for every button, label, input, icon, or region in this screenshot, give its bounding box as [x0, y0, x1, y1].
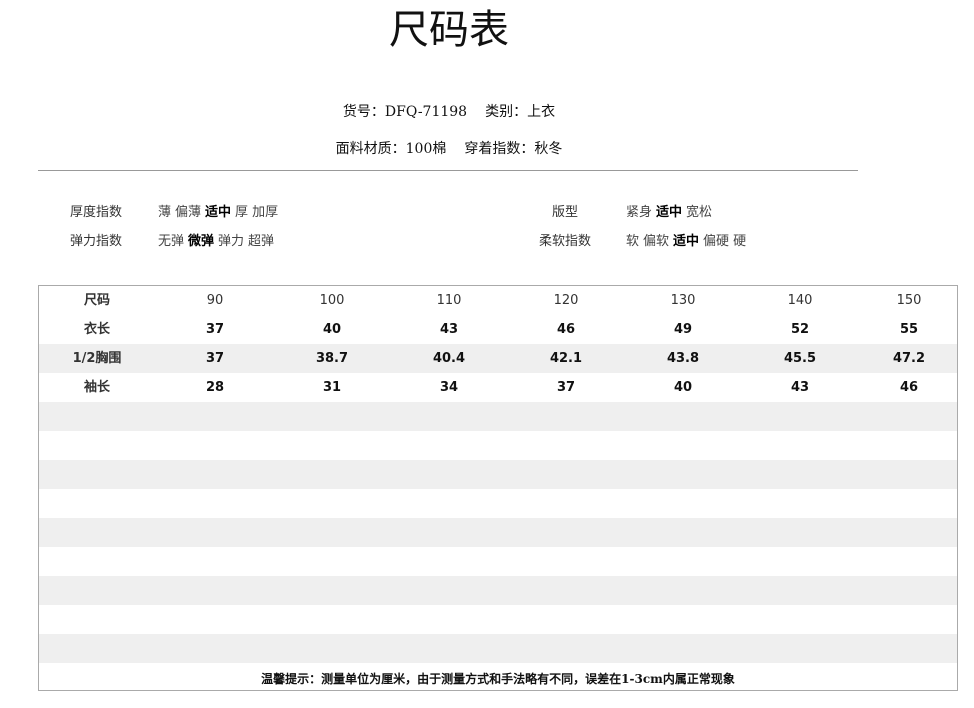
table-cell: 28	[205, 380, 225, 395]
attr-option: 弹力	[218, 234, 245, 249]
empty-row	[39, 431, 957, 460]
attr-option: 薄	[158, 205, 172, 220]
table-cell: 37	[556, 380, 576, 395]
empty-row	[39, 634, 957, 663]
table-cell: 40	[322, 322, 342, 337]
attr-option: 偏软	[643, 234, 670, 249]
fabric-info-line: 面料材质：100棉 穿着指数：秋冬	[0, 138, 898, 158]
table-cell: 52	[790, 322, 810, 337]
item-no-label: 货号：	[342, 104, 385, 120]
empty-row	[39, 460, 957, 489]
empty-row	[39, 518, 957, 547]
table-cell: 43.8	[666, 351, 700, 366]
attr-option: 硬	[733, 234, 747, 249]
fit-options: 紧身 适中 宽松	[626, 204, 716, 222]
category-value: 上衣	[527, 104, 556, 120]
attr-option: 偏硬	[703, 234, 730, 249]
table-cell: 31	[322, 380, 342, 395]
attr-option: 厚	[235, 205, 249, 220]
softness-options: 软偏软 适中 偏硬硬	[626, 233, 750, 251]
elasticity-label: 弹力指数	[70, 234, 123, 249]
item-no-value: DFQ-71198	[384, 104, 468, 120]
table-cell: 49	[673, 322, 693, 337]
category-label: 类别：	[485, 104, 528, 120]
attr-option: 偏薄	[175, 205, 202, 220]
attr-option: 适中	[205, 205, 232, 220]
table-row-label: 袖长	[83, 380, 111, 395]
empty-row	[39, 576, 957, 605]
table-cell: 43	[439, 322, 459, 337]
table-cell: 42.1	[549, 351, 583, 366]
table-cell: 46	[556, 322, 576, 337]
size-header-cell: 140	[787, 293, 813, 308]
softness-label: 柔软指数	[539, 234, 592, 249]
empty-row	[39, 605, 957, 634]
fit-label: 版型	[552, 205, 579, 220]
size-header-cell: 90	[206, 293, 224, 308]
season-label: 穿着指数：	[464, 141, 535, 157]
table-cell: 40.4	[432, 351, 466, 366]
item-info-line: 货号：DFQ-71198 类别：上衣	[0, 101, 898, 121]
empty-row	[39, 489, 957, 518]
table-cell: 43	[790, 380, 810, 395]
table-row-label: 尺码	[83, 293, 111, 308]
table-cell: 38.7	[315, 351, 349, 366]
table-header-row: 尺码 90 100 110 120 130 140 150	[39, 286, 957, 315]
attr-option: 紧身	[626, 205, 653, 220]
thickness-options: 薄偏薄 适中厚加厚	[158, 204, 282, 222]
attr-option: 软	[626, 234, 640, 249]
table-row-label: 衣长	[83, 322, 111, 337]
table-cell: 37	[205, 351, 225, 366]
fabric-label: 面料材质：	[335, 141, 406, 157]
size-header-cell: 150	[896, 293, 922, 308]
page-title: 尺码表	[389, 7, 509, 53]
size-header-cell: 120	[553, 293, 579, 308]
table-row: 衣长 37 40 43 46 49 52 55	[39, 315, 957, 344]
thickness-label: 厚度指数	[70, 205, 123, 220]
table-cell: 46	[899, 380, 919, 395]
table-row: 袖长 28 31 34 37 40 43 46	[39, 373, 957, 402]
season-value: 秋冬	[534, 141, 563, 157]
size-header-cell: 130	[670, 293, 696, 308]
attr-option: 适中	[673, 234, 700, 249]
divider-line	[38, 170, 858, 171]
attr-option: 加厚	[252, 205, 279, 220]
table-cell: 40	[673, 380, 693, 395]
attr-option: 适中	[656, 205, 683, 220]
attr-option: 宽松	[686, 205, 713, 220]
size-table: 尺码 90 100 110 120 130 140 150 衣长 37 40 43 46 49 52 55 …	[38, 285, 958, 691]
size-header-cell: 110	[436, 293, 462, 308]
table-row-label: 1/2胸围	[72, 351, 122, 366]
size-header-cell: 100	[319, 293, 345, 308]
table-cell: 45.5	[783, 351, 817, 366]
attr-option: 超弹	[248, 234, 275, 249]
table-row: 1/2胸围 37 38.7 40.4 42.1 43.8 45.5 47.2	[39, 344, 957, 373]
empty-row	[39, 547, 957, 576]
table-cell: 47.2	[892, 351, 926, 366]
attr-option: 无弹	[158, 234, 185, 249]
table-cell: 37	[205, 322, 225, 337]
table-cell: 34	[439, 380, 459, 395]
fabric-value: 100棉	[405, 141, 447, 157]
table-cell: 55	[899, 322, 919, 337]
attr-option: 微弹	[188, 234, 215, 249]
footnote: 温馨提示：测量单位为厘米，由于测量方式和手法略有不同，误差在1-3cm内属正常现…	[261, 672, 735, 686]
elasticity-options: 无弹 微弹 弹力 超弹	[158, 233, 278, 251]
empty-row	[39, 402, 957, 431]
